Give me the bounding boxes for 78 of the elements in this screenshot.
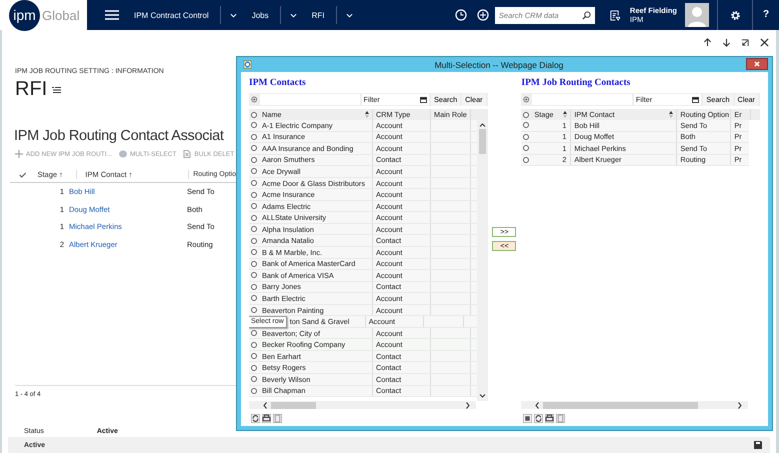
- scroll-up-icon[interactable]: [478, 123, 486, 127]
- print-icon[interactable]: [545, 414, 554, 423]
- close-icon[interactable]: [760, 38, 769, 47]
- chevron-down-icon[interactable]: [290, 12, 297, 18]
- radio-button[interactable]: [251, 295, 257, 302]
- radio-button[interactable]: [523, 145, 530, 152]
- chevron-down-icon[interactable]: [346, 12, 352, 18]
- add-icon: [15, 150, 23, 158]
- radio-button[interactable]: [251, 376, 257, 382]
- radio-button[interactable]: [251, 272, 257, 278]
- radio-button[interactable]: [251, 192, 257, 198]
- clock-icon[interactable]: [454, 9, 467, 21]
- nav-item[interactable]: RFI: [310, 10, 326, 20]
- print-icon[interactable]: [262, 414, 271, 423]
- radio-button[interactable]: [251, 168, 257, 174]
- radio-button[interactable]: [251, 238, 257, 244]
- subgrid-title: IPM Job Routing Contact Associat: [14, 128, 225, 144]
- dropdown-icon[interactable]: [692, 96, 700, 102]
- radio-button[interactable]: [251, 226, 257, 232]
- sort-icon[interactable]: [669, 111, 674, 118]
- list-icon[interactable]: [52, 86, 62, 92]
- radio-button[interactable]: [251, 388, 257, 394]
- radio-button[interactable]: [251, 284, 257, 290]
- search-icon[interactable]: [582, 10, 591, 20]
- radio-button[interactable]: [251, 307, 257, 314]
- refresh-icon[interactable]: [534, 414, 544, 423]
- refresh-icon[interactable]: [251, 414, 260, 423]
- arrow-up-icon[interactable]: [703, 38, 712, 47]
- radio-button[interactable]: [523, 156, 530, 163]
- scroll-right-icon[interactable]: [466, 402, 470, 408]
- export-excel-icon[interactable]: [523, 414, 532, 423]
- chevron-down-icon[interactable]: [230, 12, 237, 18]
- browser-icon: [243, 60, 252, 69]
- radio-button[interactable]: [251, 203, 257, 210]
- sort-icon[interactable]: [365, 111, 369, 118]
- scrollbar-thumb[interactable]: [543, 402, 698, 408]
- arrow-down-icon[interactable]: [722, 38, 731, 47]
- record-title: RFI: [15, 78, 48, 101]
- scrollbar-thumb[interactable]: [478, 129, 486, 154]
- radio-button[interactable]: [251, 122, 257, 128]
- menu-icon[interactable]: [105, 10, 119, 20]
- nav-item[interactable]: IPM Contract Control: [132, 10, 211, 20]
- delete-icon: [183, 150, 192, 158]
- radio-button[interactable]: [523, 134, 530, 140]
- radio-button[interactable]: [251, 156, 257, 163]
- clear-filter-icon[interactable]: [251, 96, 258, 103]
- scroll-left-icon[interactable]: [263, 402, 267, 408]
- save-icon[interactable]: [754, 441, 762, 449]
- radio-button[interactable]: [251, 364, 257, 371]
- radio-button[interactable]: [251, 180, 257, 186]
- scrollbar-thumb[interactable]: [271, 402, 316, 408]
- radio-button[interactable]: [251, 353, 257, 360]
- pane-heading: IPM Job Routing Contacts: [521, 78, 632, 88]
- scroll-down-icon[interactable]: [478, 394, 486, 398]
- close-button[interactable]: [746, 58, 768, 70]
- radio-button[interactable]: [251, 134, 257, 140]
- radio-button[interactable]: [251, 249, 257, 256]
- dropdown-icon[interactable]: [420, 96, 428, 102]
- pane-heading: IPM Contacts: [249, 78, 307, 88]
- pop-out-icon[interactable]: [741, 38, 750, 47]
- radio-button[interactable]: [251, 330, 257, 336]
- sort-icon[interactable]: [563, 111, 568, 118]
- radio-button[interactable]: [251, 214, 257, 221]
- logo-mark: ipm: [9, 0, 40, 30]
- scroll-left-icon[interactable]: [535, 402, 540, 408]
- radio-button[interactable]: [251, 342, 257, 348]
- nav-item[interactable]: Jobs: [250, 10, 271, 20]
- task-list-icon[interactable]: [608, 10, 620, 20]
- logo-text: Global: [42, 8, 80, 22]
- radio-button[interactable]: [523, 122, 530, 128]
- settings-icon[interactable]: [730, 10, 740, 20]
- radio-button[interactable]: [251, 260, 257, 267]
- radio-button[interactable]: [251, 145, 257, 152]
- scroll-right-icon[interactable]: [738, 402, 742, 408]
- clear-filter-icon[interactable]: [523, 96, 530, 103]
- plus-circle-icon[interactable]: [476, 9, 489, 21]
- dialog-title: Multi-Selection -- Webpage Dialog: [434, 60, 564, 70]
- close-icon: [754, 60, 760, 66]
